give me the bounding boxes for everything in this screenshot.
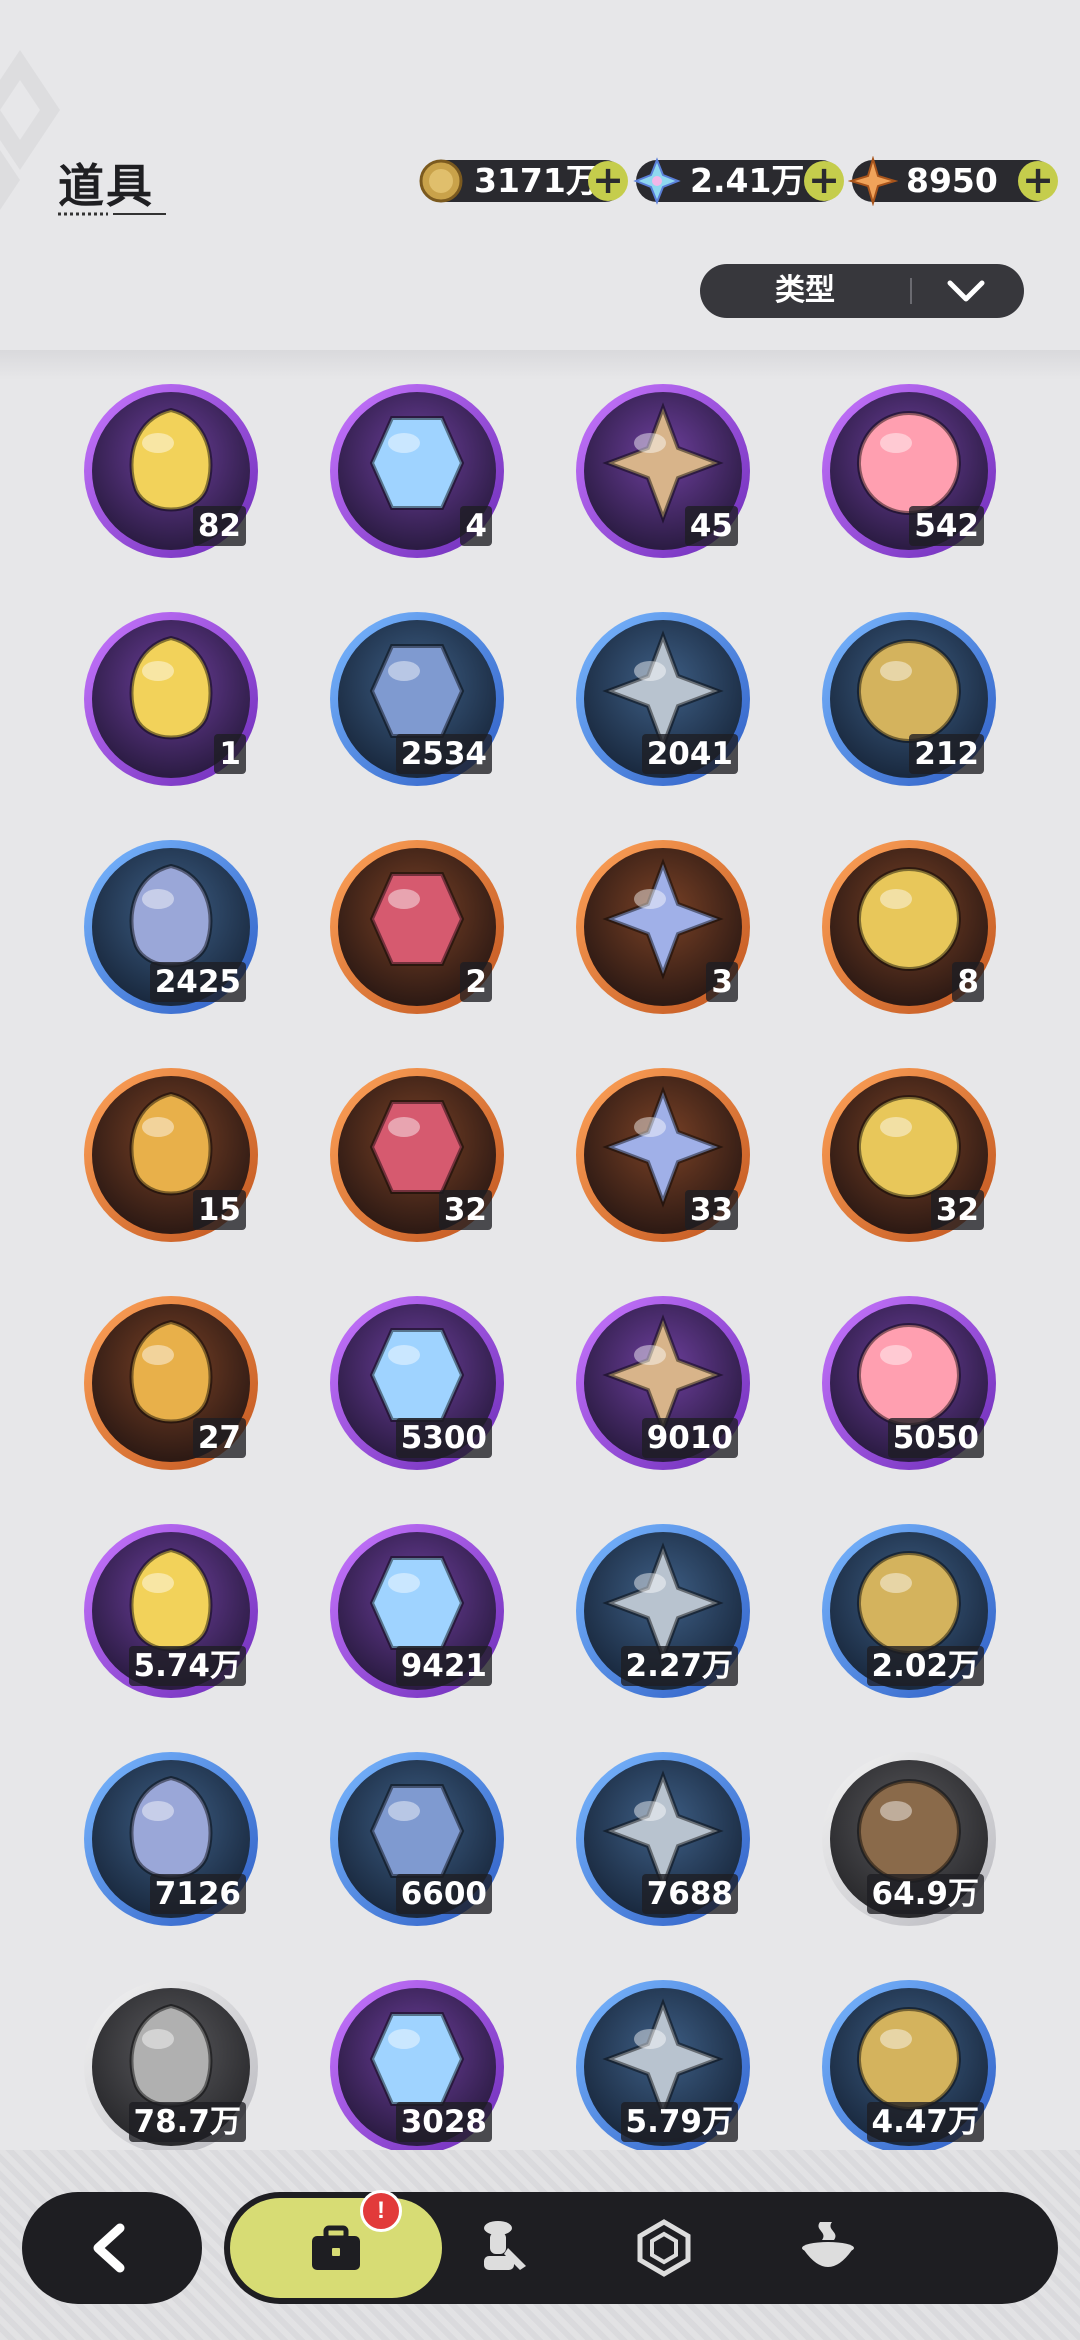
item-slot[interactable]: 33 <box>576 1068 750 1242</box>
currency-star-gem: 8950 + <box>848 156 1058 206</box>
item-slot[interactable]: 32 <box>822 1068 996 1242</box>
item-count: 2.02万 <box>866 1646 984 1686</box>
currency-gold: 3171万 + <box>419 159 628 203</box>
title-underline <box>58 212 166 216</box>
item-slot[interactable]: 7688 <box>576 1752 750 1926</box>
item-count: 15 <box>192 1190 246 1230</box>
item-count: 4.47万 <box>866 2102 984 2142</box>
item-grid: 82 4 45 542 1 2534 2041 212 2425 2 3 8 15 32 33 32 27 530… <box>0 360 1080 2160</box>
item-count: 78.7万 <box>128 2102 246 2142</box>
add-gold-button[interactable]: + <box>588 161 628 201</box>
item-count: 1 <box>214 734 246 774</box>
item-slot[interactable]: 9010 <box>576 1296 750 1470</box>
item-count: 45 <box>684 506 738 546</box>
item-count: 8 <box>952 962 984 1002</box>
nav-tab-bag[interactable]: ! <box>256 2190 416 2304</box>
currency-star-gem-value: 8950 <box>906 161 998 200</box>
page-title: 道具 <box>58 159 154 213</box>
item-count: 9421 <box>395 1646 492 1686</box>
star-gem-icon <box>848 156 898 206</box>
item-slot[interactable]: 9421 <box>330 1524 504 1698</box>
item-count: 3028 <box>395 2102 492 2142</box>
cauldron-icon <box>802 2222 854 2267</box>
item-count: 2041 <box>641 734 738 774</box>
back-button[interactable] <box>22 2192 202 2304</box>
item-slot[interactable]: 32 <box>330 1068 504 1242</box>
item-slot[interactable]: 27 <box>84 1296 258 1470</box>
currency-crystal-value: 2.41万 <box>690 161 805 200</box>
item-count: 27 <box>192 1418 246 1458</box>
hexagon-gem-icon <box>637 2219 691 2277</box>
item-count: 5.74万 <box>128 1646 246 1686</box>
item-slot[interactable]: 2425 <box>84 840 258 1014</box>
item-count: 32 <box>438 1190 492 1230</box>
item-slot[interactable]: 5.74万 <box>84 1524 258 1698</box>
item-slot[interactable]: 6600 <box>330 1752 504 1926</box>
item-count: 3 <box>706 962 738 1002</box>
crystal-icon <box>633 157 681 205</box>
back-arrow-icon <box>93 2223 125 2273</box>
briefcase-icon <box>312 2225 360 2270</box>
item-slot[interactable]: 2.27万 <box>576 1524 750 1698</box>
item-slot[interactable]: 8 <box>822 840 996 1014</box>
item-count: 7688 <box>641 1874 738 1914</box>
bottom-nav: ! <box>224 2190 1058 2304</box>
item-slot[interactable]: 2534 <box>330 612 504 786</box>
item-count: 9010 <box>641 1418 738 1458</box>
item-slot[interactable]: 64.9万 <box>822 1752 996 1926</box>
item-count: 33 <box>684 1190 738 1230</box>
item-slot[interactable]: 5050 <box>822 1296 996 1470</box>
item-count: 82 <box>192 506 246 546</box>
item-slot[interactable]: 3028 <box>330 1980 504 2154</box>
item-slot[interactable]: 542 <box>822 384 996 558</box>
item-count: 5300 <box>395 1418 492 1458</box>
item-slot[interactable]: 78.7万 <box>84 1980 258 2154</box>
coin-icon <box>419 159 463 203</box>
nav-tab-gems[interactable] <box>584 2192 744 2304</box>
item-slot[interactable]: 2 <box>330 840 504 1014</box>
item-slot[interactable]: 4.47万 <box>822 1980 996 2154</box>
hero-pawn-icon <box>484 2221 526 2270</box>
item-count: 212 <box>909 734 984 774</box>
notification-badge: ! <box>360 2190 402 2232</box>
item-slot[interactable]: 7126 <box>84 1752 258 1926</box>
nav-tab-heroes[interactable] <box>420 2192 580 2304</box>
item-slot[interactable]: 3 <box>576 840 750 1014</box>
item-slot[interactable]: 15 <box>84 1068 258 1242</box>
item-count: 4 <box>460 506 492 546</box>
item-count: 32 <box>930 1190 984 1230</box>
currency-gold-value: 3171万 <box>474 161 599 200</box>
item-count: 6600 <box>395 1874 492 1914</box>
filter-divider <box>910 278 912 304</box>
item-slot[interactable]: 5300 <box>330 1296 504 1470</box>
item-slot[interactable]: 1 <box>84 612 258 786</box>
item-count: 7126 <box>149 1874 246 1914</box>
item-slot[interactable]: 82 <box>84 384 258 558</box>
currency-crystal: 2.41万 + <box>633 157 844 205</box>
add-crystal-button[interactable]: + <box>804 161 844 201</box>
item-count: 5.79万 <box>620 2102 738 2142</box>
item-count: 5050 <box>887 1418 984 1458</box>
item-count: 2425 <box>149 962 246 1002</box>
item-slot[interactable]: 2.02万 <box>822 1524 996 1698</box>
item-count: 542 <box>909 506 984 546</box>
chevron-down-icon <box>947 280 985 302</box>
type-filter-dropdown[interactable]: 类型 <box>700 264 1024 318</box>
nav-tab-craft[interactable] <box>748 2192 908 2304</box>
item-slot[interactable]: 45 <box>576 384 750 558</box>
add-star-gem-button[interactable]: + <box>1018 161 1058 201</box>
item-slot[interactable]: 5.79万 <box>576 1980 750 2154</box>
item-count: 2534 <box>395 734 492 774</box>
item-slot[interactable]: 4 <box>330 384 504 558</box>
item-slot[interactable]: 212 <box>822 612 996 786</box>
item-count: 2.27万 <box>620 1646 738 1686</box>
item-count: 2 <box>460 962 492 1002</box>
item-slot[interactable]: 2041 <box>576 612 750 786</box>
type-filter-label: 类型 <box>775 273 835 308</box>
item-count: 64.9万 <box>866 1874 984 1914</box>
